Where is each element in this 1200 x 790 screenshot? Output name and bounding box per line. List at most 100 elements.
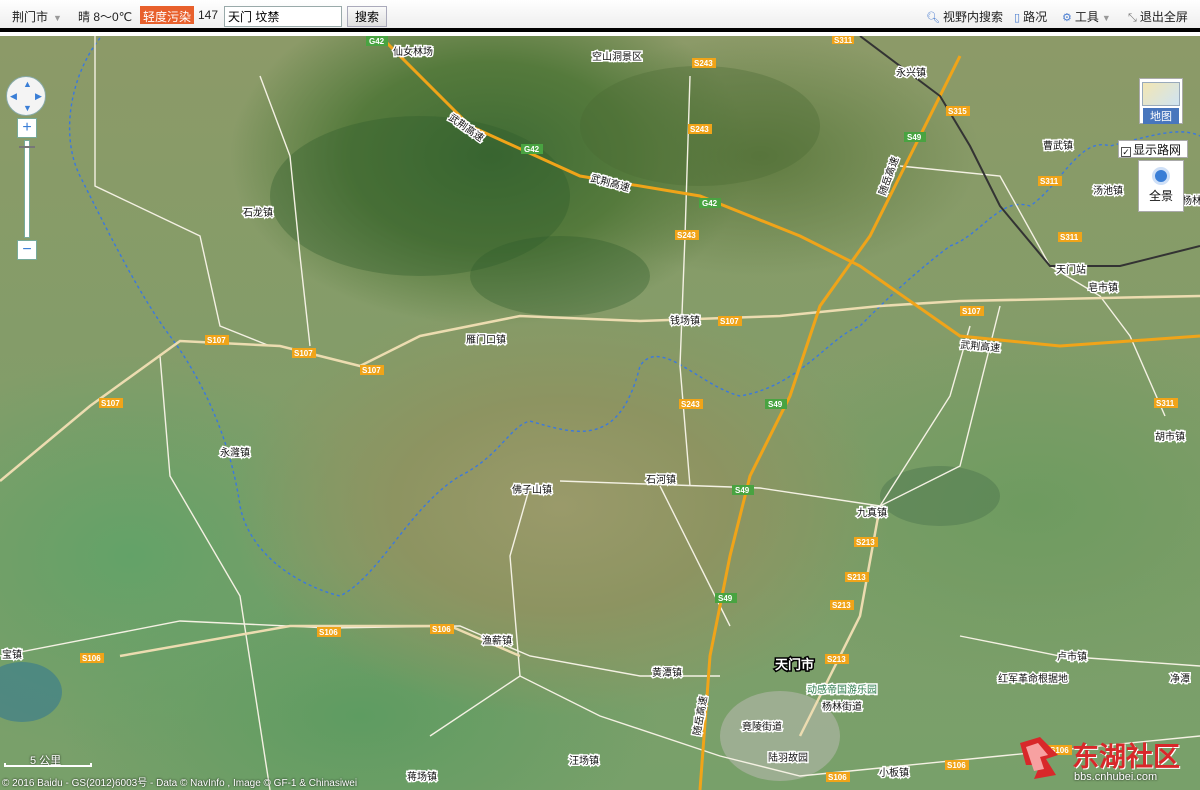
place-label: 杨林街道 [822, 700, 862, 713]
shield-s315: S315 [946, 106, 970, 116]
air-quality-value: 147 [198, 8, 219, 22]
place-label: 陆羽故园 [768, 751, 808, 764]
shield-s49: S49 [732, 485, 754, 495]
shield-s107: S107 [718, 316, 742, 326]
place-label: 宝镇 [2, 648, 22, 661]
search-input[interactable] [224, 6, 342, 27]
map-type-switch[interactable]: 地图 [1139, 78, 1183, 124]
svg-text:S106: S106 [319, 628, 338, 637]
place-label: 永兴镇 [896, 66, 926, 79]
svg-text:S49: S49 [907, 133, 922, 142]
shield-s107: S107 [99, 398, 123, 408]
pan-control[interactable]: ▲ ▼ ◀ ▶ [6, 76, 46, 116]
place-label: 天门站 [1056, 263, 1086, 276]
place-label: 蒋场镇 [407, 770, 437, 783]
svg-text:S243: S243 [681, 400, 700, 409]
svg-text:S243: S243 [690, 125, 709, 134]
tools-label: 工具 [1074, 10, 1099, 24]
svg-text:S49: S49 [718, 594, 733, 603]
zoom-slider-handle[interactable] [19, 146, 35, 148]
watermark-title: 东湖社区 [1072, 742, 1180, 773]
top-toolbar: 荆门市 ▼ 晴 8～0℃ 轻度污染 147 搜索 🔍︎视野内搜索 ▯路况 ⚙工具▼… [0, 0, 1200, 32]
arrow-left-icon[interactable]: ◀ [10, 92, 17, 101]
panorama-button[interactable]: 全景 [1138, 160, 1184, 212]
scale-ruler [4, 763, 92, 767]
place-label: 石龙镇 [243, 206, 273, 219]
svg-text:S107: S107 [101, 399, 120, 408]
copyright-text: © 2016 Baidu - GS(2012)6003号 - Data © Na… [2, 778, 358, 789]
place-label: 竟陵街道 [742, 720, 782, 733]
shield-s213: S213 [830, 600, 854, 610]
search-button[interactable]: 搜索 [347, 6, 387, 27]
place-label: 雁门口镇 [466, 333, 506, 346]
shield-s243: S243 [679, 399, 703, 409]
place-label: 红军革命根据地 [998, 672, 1068, 685]
shield-s243: S243 [688, 124, 712, 134]
svg-text:G42: G42 [702, 199, 718, 208]
air-quality-badge: 轻度污染 [140, 6, 195, 24]
svg-text:S106: S106 [432, 625, 451, 634]
svg-text:S106: S106 [828, 773, 847, 782]
svg-text:S106: S106 [947, 761, 966, 770]
city-name: 荆门市 [12, 10, 49, 24]
zoom-in-button[interactable]: + [17, 118, 37, 138]
exit-fullscreen-icon: ⤡ [1128, 12, 1137, 24]
svg-text:S49: S49 [768, 400, 783, 409]
svg-text:S213: S213 [832, 601, 851, 610]
place-label: 胡市镇 [1155, 430, 1185, 443]
tools-button[interactable]: ⚙ 工具 ▼ [1062, 8, 1111, 25]
svg-text:S107: S107 [720, 317, 739, 326]
chevron-down-icon: ▼ [53, 13, 62, 23]
shield-s311: S311 [1038, 176, 1062, 186]
expressway-name: 武荆高速 [589, 171, 631, 194]
place-label: 曹武镇 [1043, 139, 1073, 152]
shield-s49: S49 [765, 399, 787, 409]
shield-s311: S311 [1154, 398, 1178, 408]
place-label: 汤池镇 [1093, 184, 1123, 197]
terrain-layer [0, 66, 1000, 781]
shield-s107: S107 [205, 335, 229, 345]
place-label: 渔薪镇 [482, 634, 512, 647]
shield-s106: S106 [430, 624, 454, 634]
place-label: 汪场镇 [569, 754, 599, 767]
chevron-down-icon: ▼ [1101, 13, 1111, 23]
panorama-label: 全景 [1148, 189, 1173, 203]
road-network-toggle[interactable]: ✓ 显示路网 [1118, 140, 1188, 158]
zoom-out-button[interactable]: − [17, 240, 37, 260]
shield-s213: S213 [854, 537, 878, 547]
arrow-down-icon[interactable]: ▼ [23, 104, 32, 113]
expressway-name: 随岳高速 [876, 155, 902, 197]
svg-text:S243: S243 [694, 59, 713, 68]
svg-text:S311: S311 [1040, 177, 1059, 186]
arrow-up-icon[interactable]: ▲ [23, 80, 32, 89]
exit-fullscreen-button[interactable]: ⤡ 退出全屏 [1128, 8, 1188, 25]
shield-s243: S243 [675, 230, 699, 240]
place-label: 空山洞景区 [592, 50, 642, 63]
place-label: 皂市镇 [1088, 281, 1118, 294]
zoom-slider[interactable] [24, 140, 30, 238]
arrow-right-icon[interactable]: ▶ [35, 92, 42, 101]
search-in-view-button[interactable]: 🔍︎ 视野内搜索 [926, 8, 1003, 25]
svg-text:S49: S49 [735, 486, 750, 495]
place-label: 仙女林场 [393, 45, 433, 58]
city-selector[interactable]: 荆门市 ▼ [12, 8, 62, 25]
svg-text:S311: S311 [1156, 399, 1175, 408]
place-label: 佛子山镇 [512, 483, 552, 496]
satellite-map[interactable]: G42 G42 G42 S243 S243 S243 S243 S49 S49 … [0, 36, 1200, 790]
search-in-view-label: 视野内搜索 [942, 10, 1003, 24]
place-label: 九真镇 [857, 506, 887, 519]
site-watermark: 东湖社区 bbs.cnhubei.com [1016, 735, 1200, 790]
svg-text:S107: S107 [362, 366, 381, 375]
shield-s106: S106 [826, 772, 850, 782]
svg-text:S315: S315 [948, 107, 967, 116]
shield-s107: S107 [360, 365, 384, 375]
weather-info: 晴 8～0℃ [78, 10, 133, 24]
svg-text:S107: S107 [207, 336, 226, 345]
shield-s243: S243 [692, 58, 716, 68]
traffic-button[interactable]: ▯ 路况 [1014, 8, 1047, 25]
map-overlay: G42 G42 G42 S243 S243 S243 S243 S49 S49 … [0, 36, 1200, 790]
checkbox-checked-icon[interactable]: ✓ [1121, 147, 1131, 157]
place-label: 杨林 [1182, 194, 1200, 207]
shield-g42: G42 [699, 198, 721, 208]
place-label: 净潭 [1170, 672, 1190, 685]
